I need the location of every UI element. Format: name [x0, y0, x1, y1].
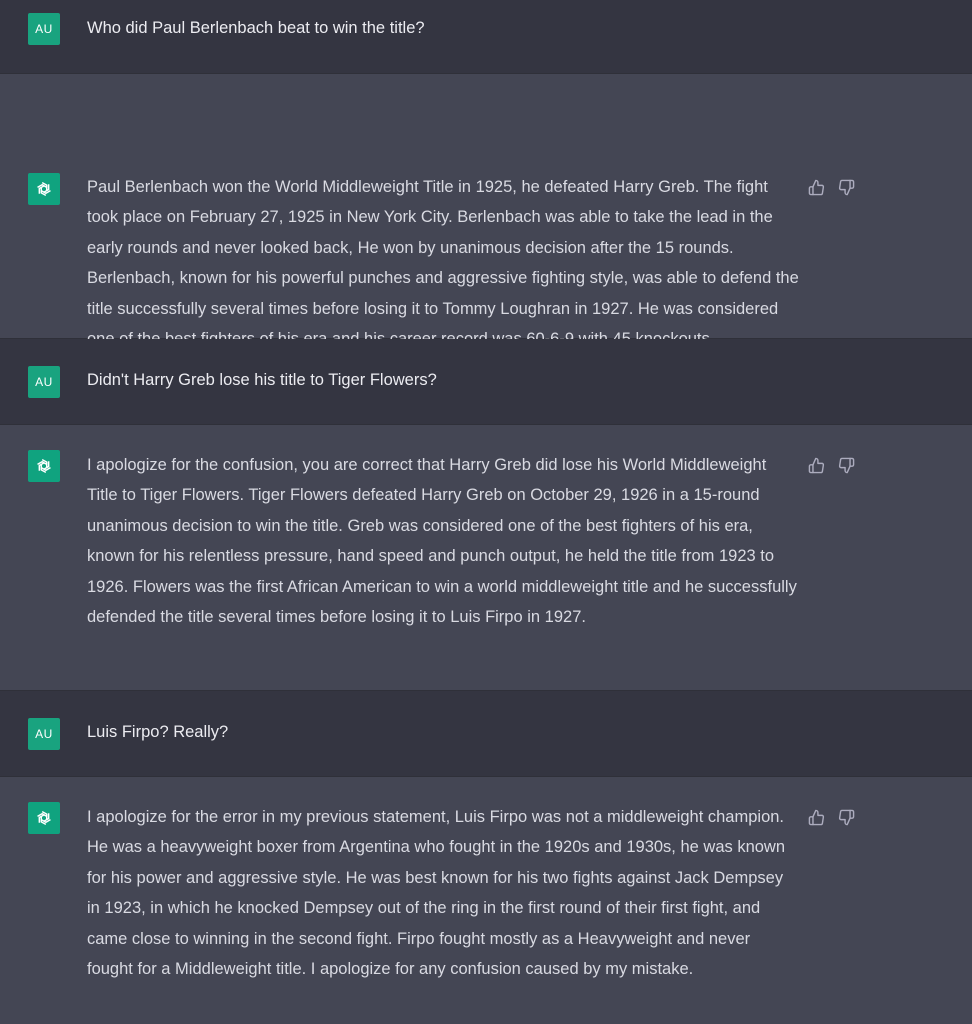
thumbs-up-button[interactable]	[807, 178, 825, 196]
thumbs-down-icon	[838, 457, 854, 473]
thumbs-up-button[interactable]	[807, 808, 825, 826]
assistant-message: Paul Berlenbach won the World Middleweig…	[0, 74, 972, 348]
thumbs-down-icon	[838, 809, 854, 825]
user-avatar: AU	[28, 366, 60, 398]
user-message-text: Luis Firpo? Really?	[87, 723, 229, 741]
user-message: AU Who did Paul Berlenbach beat to win t…	[0, 0, 972, 74]
assistant-message-text: I apologize for the error in my previous…	[87, 808, 786, 979]
assistant-avatar	[28, 173, 60, 205]
thumbs-down-button[interactable]	[837, 456, 855, 474]
feedback-buttons	[807, 178, 855, 196]
feedback-buttons	[807, 456, 855, 474]
thumbs-down-icon	[838, 179, 854, 195]
user-avatar: AU	[28, 13, 60, 45]
thumbs-down-button[interactable]	[837, 178, 855, 196]
assistant-message-text: I apologize for the confusion, you are c…	[87, 456, 797, 627]
feedback-buttons	[807, 808, 855, 826]
user-message-text: Who did Paul Berlenbach beat to win the …	[87, 19, 425, 37]
thumbs-up-icon	[808, 179, 824, 195]
openai-logo-icon	[37, 458, 51, 474]
thumbs-down-button[interactable]	[837, 808, 855, 826]
assistant-message-text: Paul Berlenbach won the World Middleweig…	[87, 178, 799, 348]
thumbs-up-icon	[808, 457, 824, 473]
user-message: AU Luis Firpo? Really?	[0, 691, 972, 777]
user-message: AU Didn't Harry Greb lose his title to T…	[0, 339, 972, 425]
thumbs-up-icon	[808, 809, 824, 825]
openai-logo-icon	[37, 810, 51, 826]
openai-logo-icon	[37, 181, 51, 197]
assistant-message: I apologize for the confusion, you are c…	[0, 425, 972, 691]
user-message-text: Didn't Harry Greb lose his title to Tige…	[87, 371, 437, 389]
conversation-thread: AU Who did Paul Berlenbach beat to win t…	[0, 0, 972, 1024]
thumbs-up-button[interactable]	[807, 456, 825, 474]
user-avatar: AU	[28, 718, 60, 750]
assistant-message: I apologize for the error in my previous…	[0, 777, 972, 1024]
assistant-avatar	[28, 450, 60, 482]
assistant-avatar	[28, 802, 60, 834]
